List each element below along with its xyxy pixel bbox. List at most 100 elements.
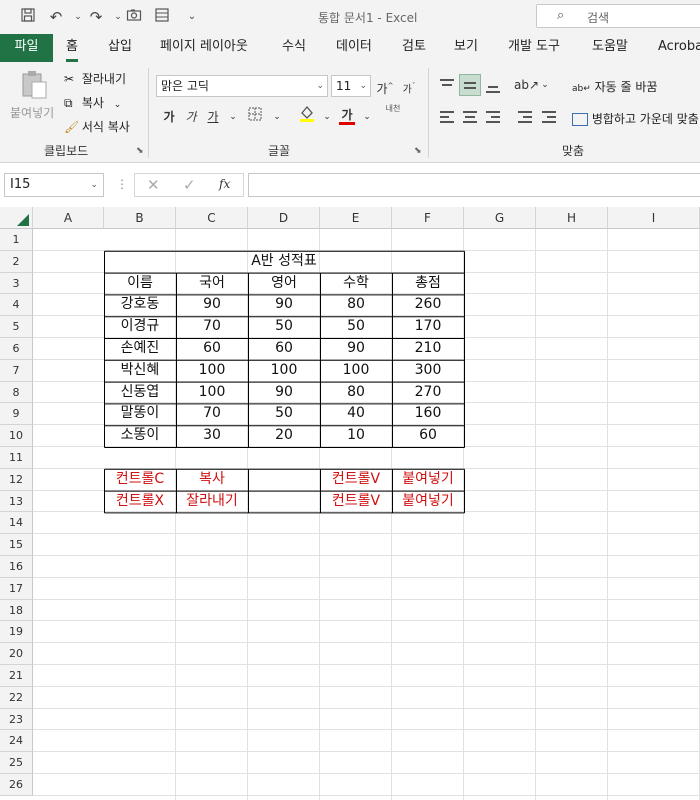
increase-indent-icon[interactable]: [538, 106, 560, 128]
student-name-cell[interactable]: 강호동: [104, 294, 176, 316]
enter-icon[interactable]: ✓: [183, 176, 196, 194]
shrink-font-button[interactable]: 가ˇ: [398, 75, 420, 97]
camera-icon[interactable]: [124, 7, 144, 27]
phonetic-guide-button[interactable]: 내천: [382, 104, 404, 126]
decrease-indent-icon[interactable]: [514, 106, 536, 128]
tab-developer[interactable]: 개발 도구: [508, 34, 560, 62]
score-cell[interactable]: 300: [392, 360, 464, 382]
tab-home[interactable]: 홈: [66, 34, 78, 62]
font-name-combo[interactable]: 맑은 고딕 ⌄: [156, 75, 328, 97]
format-painter-button[interactable]: 🖌 서식 복사: [64, 118, 130, 135]
score-cell[interactable]: 100: [176, 360, 248, 382]
score-cell[interactable]: 70: [176, 403, 248, 425]
chevron-down-icon[interactable]: ⌄: [534, 74, 556, 96]
score-cell[interactable]: 10: [320, 425, 392, 447]
font-color-button[interactable]: 가: [336, 104, 358, 126]
font-launcher-icon[interactable]: ⬊: [414, 146, 422, 156]
customize-toolbar-icon[interactable]: ⌄: [182, 7, 202, 27]
header-cell[interactable]: 총점: [392, 273, 464, 295]
score-cell[interactable]: 80: [320, 294, 392, 316]
score-cell[interactable]: 30: [176, 425, 248, 447]
student-name-cell[interactable]: 말똥이: [104, 403, 176, 425]
tab-page-layout[interactable]: 페이지 레이아웃: [160, 34, 248, 62]
search-box[interactable]: ⌕ 검색: [536, 4, 700, 28]
tab-acrobat[interactable]: Acrobat: [658, 34, 700, 62]
score-cell[interactable]: 60: [176, 338, 248, 360]
score-cell[interactable]: 50: [248, 403, 320, 425]
header-cell[interactable]: 영어: [248, 273, 320, 295]
chevron-down-icon[interactable]: ⌄: [316, 106, 338, 128]
score-cell[interactable]: 90: [320, 338, 392, 360]
font-size-combo[interactable]: 11 ⌄: [331, 75, 371, 97]
score-cell[interactable]: 50: [320, 316, 392, 338]
name-box[interactable]: I15 ⌄: [4, 173, 104, 197]
chevron-down-icon[interactable]: ⌄: [222, 106, 244, 128]
shortcut-cell[interactable]: [248, 491, 320, 513]
orientation-icon[interactable]: ab↗: [514, 74, 539, 96]
score-cell[interactable]: 100: [320, 360, 392, 382]
table-title-cell[interactable]: A반 성적표: [104, 251, 464, 273]
score-cell[interactable]: 160: [392, 403, 464, 425]
score-cell[interactable]: 80: [320, 382, 392, 404]
paste-button[interactable]: 붙여넣기: [10, 104, 54, 121]
shortcut-cell[interactable]: 컨트롤V: [320, 469, 392, 491]
score-cell[interactable]: 60: [392, 425, 464, 447]
header-cell[interactable]: 수학: [320, 273, 392, 295]
score-cell[interactable]: 50: [248, 316, 320, 338]
student-name-cell[interactable]: 신동엽: [104, 382, 176, 404]
tab-file[interactable]: 파일: [0, 34, 53, 62]
student-name-cell[interactable]: 손예진: [104, 338, 176, 360]
score-cell[interactable]: 20: [248, 425, 320, 447]
clipboard-launcher-icon[interactable]: ⬊: [136, 146, 144, 156]
underline-button[interactable]: 가: [202, 106, 224, 128]
shortcut-cell[interactable]: 컨트롤C: [104, 469, 176, 491]
header-cell[interactable]: 이름: [104, 273, 176, 295]
align-left-icon[interactable]: [436, 106, 458, 128]
score-cell[interactable]: 60: [248, 338, 320, 360]
border-icon[interactable]: [244, 106, 266, 128]
bold-button[interactable]: 가: [158, 106, 180, 128]
align-center-icon[interactable]: [459, 106, 481, 128]
save-icon[interactable]: [18, 7, 38, 27]
paste-icon[interactable]: [20, 70, 50, 102]
score-cell[interactable]: 90: [176, 294, 248, 316]
fill-color-icon[interactable]: [296, 104, 318, 126]
score-cell[interactable]: 90: [248, 294, 320, 316]
align-bottom-icon[interactable]: [482, 74, 504, 96]
score-cell[interactable]: 260: [392, 294, 464, 316]
shortcut-cell[interactable]: 복사: [176, 469, 248, 491]
score-cell[interactable]: 270: [392, 382, 464, 404]
shortcut-cell[interactable]: 붙여넣기: [392, 469, 464, 491]
chevron-down-icon[interactable]: ⌄: [356, 106, 378, 128]
redo-icon[interactable]: ↷: [86, 7, 106, 27]
tab-formulas[interactable]: 수식: [282, 34, 306, 62]
grow-font-button[interactable]: 가^: [374, 75, 396, 97]
cut-button[interactable]: ✂ 잘라내기: [64, 70, 126, 87]
score-cell[interactable]: 100: [248, 360, 320, 382]
shortcut-cell[interactable]: 붙여넣기: [392, 491, 464, 513]
merge-center-button[interactable]: 병합하고 가운데 맞춤: [572, 110, 699, 127]
shortcut-cell[interactable]: [248, 469, 320, 491]
score-cell[interactable]: 70: [176, 316, 248, 338]
score-cell[interactable]: 100: [176, 382, 248, 404]
tab-help[interactable]: 도움말: [592, 34, 628, 62]
tab-view[interactable]: 보기: [454, 34, 478, 62]
shortcut-cell[interactable]: 컨트롤V: [320, 491, 392, 513]
tab-insert[interactable]: 삽입: [108, 34, 132, 62]
align-middle-icon[interactable]: [459, 74, 481, 96]
form-icon[interactable]: [152, 7, 172, 27]
shortcut-cell[interactable]: 잘라내기: [176, 491, 248, 513]
copy-button[interactable]: ⧉ 복사 ⌄: [64, 94, 121, 111]
score-cell[interactable]: 90: [248, 382, 320, 404]
student-name-cell[interactable]: 박신혜: [104, 360, 176, 382]
chevron-down-icon[interactable]: ⌄: [266, 106, 288, 128]
score-cell[interactable]: 170: [392, 316, 464, 338]
tab-data[interactable]: 데이터: [336, 34, 372, 62]
align-right-icon[interactable]: [482, 106, 504, 128]
align-top-icon[interactable]: [436, 74, 458, 96]
shortcut-cell[interactable]: 컨트롤X: [104, 491, 176, 513]
wrap-text-button[interactable]: ab↵ 자동 줄 바꿈: [572, 78, 657, 95]
student-name-cell[interactable]: 이경규: [104, 316, 176, 338]
score-cell[interactable]: 210: [392, 338, 464, 360]
header-cell[interactable]: 국어: [176, 273, 248, 295]
